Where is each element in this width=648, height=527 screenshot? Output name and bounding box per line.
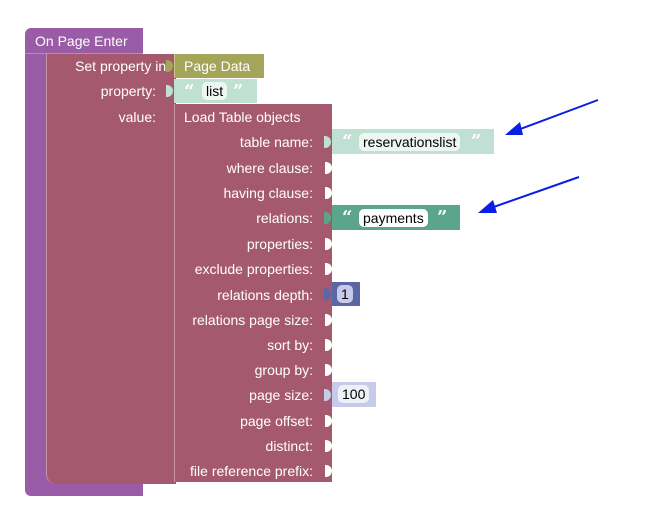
- property-label: property:: [100, 83, 156, 99]
- arrow-to-table-name: [505, 99, 599, 135]
- set-property-in-label: Set property in:: [75, 58, 170, 74]
- param-page-offset-label: page offset:: [240, 413, 313, 429]
- table-name-string-field[interactable]: reservationslist: [359, 133, 461, 151]
- param-distinct-label: distinct:: [265, 438, 313, 454]
- relations-quote-open: “: [342, 207, 353, 228]
- param-properties-label: properties:: [246, 236, 313, 252]
- param-exclude-properties-label: exclude properties:: [194, 261, 313, 277]
- relations-string-field[interactable]: payments: [359, 209, 428, 227]
- arrow-to-relations: [478, 176, 580, 213]
- relations-depth-number-field[interactable]: 1: [337, 285, 353, 303]
- param-sort-by-label: sort by:: [267, 337, 313, 353]
- param-where-clause-label: where clause:: [226, 160, 313, 176]
- property-quote-open: “: [184, 81, 195, 102]
- param-group-by-label: group by:: [254, 362, 313, 378]
- set-property-block[interactable]: [46, 54, 176, 484]
- property-string-field[interactable]: list: [202, 82, 228, 100]
- param-relations-page-size-label: relations page size:: [192, 312, 313, 328]
- param-having-clause-label: having clause:: [223, 185, 313, 201]
- on-page-enter-label: On Page Enter: [35, 33, 128, 49]
- page-data-label: Page Data: [184, 58, 251, 74]
- property-quote-close: ”: [233, 81, 244, 102]
- param-table-name-label: table name:: [239, 134, 313, 150]
- param-page-size-label: page size:: [249, 387, 313, 403]
- table-name-quote-open: “: [342, 131, 353, 152]
- param-relations-label: relations:: [256, 210, 313, 226]
- table-name-quote-close: ”: [471, 131, 482, 152]
- value-label: value:: [118, 109, 156, 125]
- param-file-reference-prefix-label: file reference prefix:: [190, 463, 313, 479]
- load-table-objects-title: Load Table objects: [184, 109, 301, 125]
- param-relations-depth-label: relations depth:: [217, 287, 313, 303]
- relations-quote-close: ”: [437, 207, 448, 228]
- page-size-number-field[interactable]: 100: [338, 385, 370, 403]
